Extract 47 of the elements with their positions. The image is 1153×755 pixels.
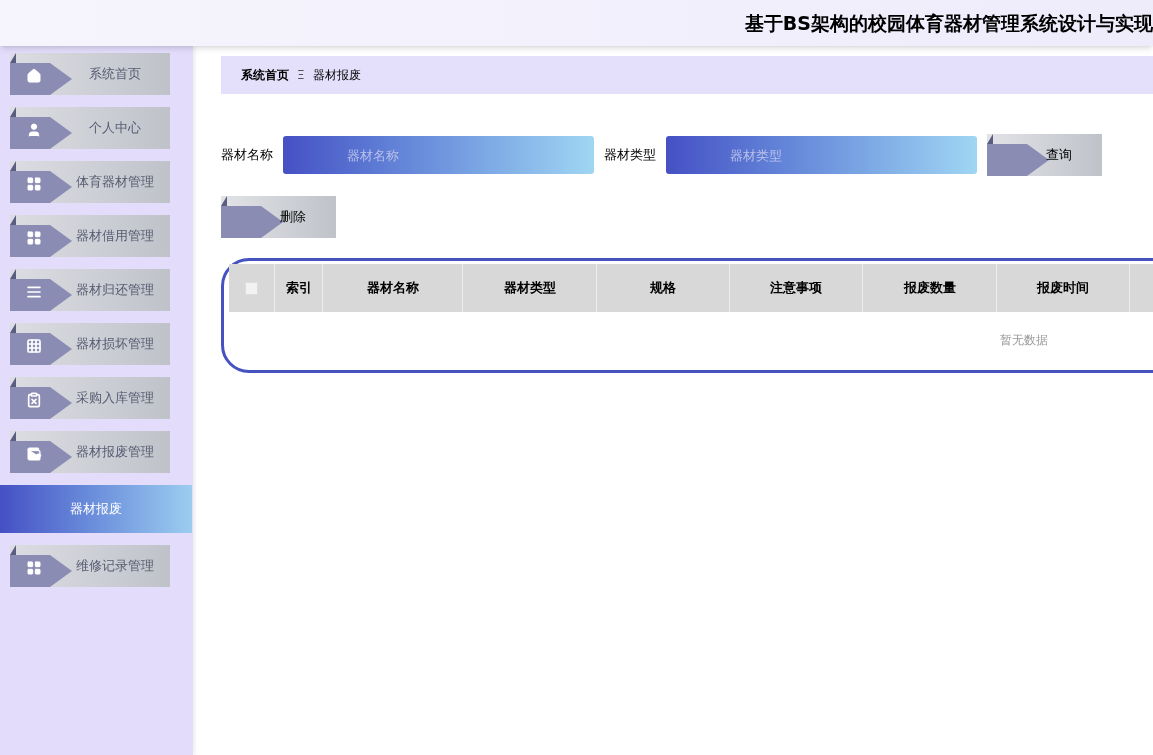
grid-icon (26, 230, 42, 246)
home-icon (26, 68, 42, 84)
arrow-tab-drawing (10, 215, 72, 257)
column-header: 报废时间 (997, 264, 1130, 312)
empty-text: 暂无数据 (1000, 332, 1048, 349)
arrow-tab-drawing (10, 377, 72, 419)
select-all-checkbox[interactable] (245, 281, 258, 295)
arrow-tab-drawing (10, 431, 72, 473)
grid-icon (26, 338, 42, 354)
sidebar-item[interactable]: 个人中心 (10, 107, 170, 149)
column-header: 报废数量 (863, 264, 997, 312)
field-label: 器材类型 (604, 146, 656, 165)
arrow-tab-drawing (10, 161, 72, 203)
grid-icon (26, 560, 42, 576)
breadcrumb-link[interactable]: 系统首页 (241, 66, 289, 84)
search-field[interactable]: 器材类型 (666, 136, 977, 174)
arrow-tab-drawing (10, 107, 72, 149)
sidebar-item[interactable]: 系统首页 (10, 53, 170, 95)
sidebar-item[interactable]: 器材报废 (0, 485, 192, 533)
column-header: 器材类型 (463, 264, 597, 312)
sidebar-item[interactable]: 器材报废管理 (10, 431, 170, 473)
arrow-tab-drawing (10, 53, 72, 95)
clipboard-icon (26, 392, 42, 408)
wallet-icon (26, 446, 42, 462)
column-header: 注意事项 (730, 264, 863, 312)
sidebar-item[interactable]: 采购入库管理 (10, 377, 170, 419)
user-icon (26, 122, 42, 138)
field-label: 器材名称 (221, 146, 273, 165)
sidebar-item[interactable]: 维修记录管理 (10, 545, 170, 587)
arrow-tab-drawing (10, 323, 72, 365)
column-header: 器材名称 (323, 264, 463, 312)
arrow-tab-drawing (10, 545, 72, 587)
sidebar-item[interactable]: 器材归还管理 (10, 269, 170, 311)
search-button[interactable]: 查询 (987, 134, 1102, 176)
search-field[interactable]: 器材名称 (283, 136, 594, 174)
arrow-tab-drawing (10, 269, 72, 311)
sidebar-item[interactable]: 器材损坏管理 (10, 323, 170, 365)
column-header: 规格 (597, 264, 730, 312)
search-button[interactable]: 删除 (221, 196, 336, 238)
app-title: 基于BS架构的校园体育器材管理系统设计与实现 (744, 10, 1153, 36)
grid-icon (26, 176, 42, 192)
breadcrumb-current: 器材报废 (312, 67, 361, 84)
breadcrumb-separator: Ξ (297, 67, 305, 84)
column-header: 索引 (275, 264, 323, 312)
list-icon (26, 284, 42, 300)
sidebar-item[interactable]: 体育器材管理 (10, 161, 170, 203)
sidebar-item[interactable]: 器材借用管理 (10, 215, 170, 257)
